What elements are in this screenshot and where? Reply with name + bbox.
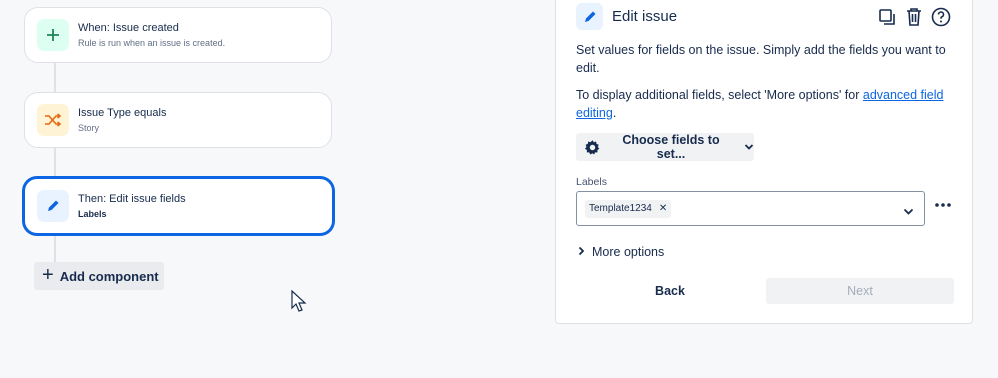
labels-field-label: Labels [576, 176, 607, 188]
remove-label-icon[interactable]: ✕ [659, 203, 667, 214]
more-options-toggle[interactable]: More options [578, 245, 664, 259]
panel-description: Set values for fields on the issue. Simp… [576, 43, 946, 75]
more-options-label: More options [592, 245, 665, 259]
trigger-subtitle: Rule is run when an issue is created. [78, 37, 226, 48]
chevron-right-icon [578, 245, 585, 259]
shuffle-icon [37, 104, 69, 136]
trigger-title: When: Issue created [78, 21, 179, 34]
flow-connector [54, 148, 56, 178]
add-component-label: Add component [59, 268, 159, 284]
next-button[interactable]: Next [766, 278, 954, 304]
more-actions-icon[interactable] [931, 193, 955, 217]
mouse-cursor-icon [291, 290, 307, 312]
chevron-down-icon[interactable] [903, 203, 914, 221]
duplicate-icon[interactable] [875, 5, 898, 28]
trigger-card[interactable]: When: Issue created Rule is run when an … [24, 7, 332, 63]
hint-suffix: . [612, 106, 617, 120]
condition-subtitle: Story [78, 122, 100, 133]
flow-connector [54, 235, 56, 262]
help-icon[interactable] [929, 5, 952, 28]
choose-fields-label: Choose fields to set... [622, 133, 720, 161]
plus-icon: + [42, 264, 54, 286]
add-component-button[interactable]: + Add component [34, 262, 164, 290]
action-title: Then: Edit issue fields [78, 192, 186, 205]
choose-fields-button[interactable]: Choose fields to set... [576, 133, 754, 161]
edit-issue-panel: Edit issue Set values for fields on the … [555, 0, 973, 324]
back-button[interactable]: Back [576, 278, 764, 304]
flow-connector [54, 63, 56, 93]
hint-prefix: To display additional fields, select 'Mo… [576, 88, 863, 102]
action-card[interactable]: Then: Edit issue fields Labels [23, 177, 334, 235]
condition-title: Issue Type equals [78, 106, 167, 119]
action-subtitle: Labels [78, 208, 107, 219]
gear-icon [584, 139, 601, 156]
labels-select[interactable]: Template1234 ✕ [576, 191, 925, 226]
condition-card[interactable]: Issue Type equals Story [24, 92, 332, 148]
plus-icon [37, 19, 69, 51]
label-chip-text: Template1234 [589, 203, 652, 214]
pencil-icon [37, 190, 69, 222]
panel-title: Edit issue [612, 8, 678, 25]
chevron-down-icon [744, 140, 754, 154]
panel-hint: To display additional fields, select 'Mo… [576, 86, 956, 122]
pencil-icon [576, 3, 603, 30]
trash-icon[interactable] [902, 5, 925, 28]
label-chip: Template1234 ✕ [585, 199, 672, 218]
